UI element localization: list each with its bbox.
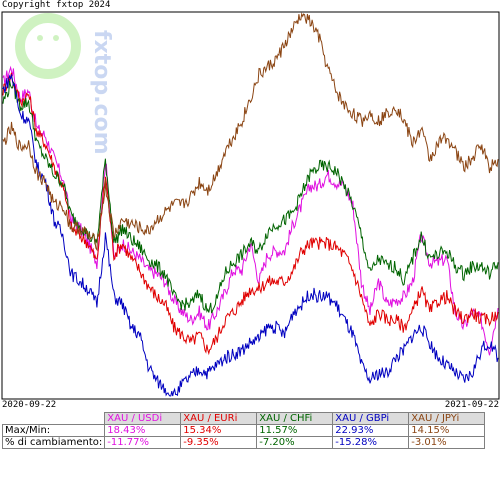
stats-change-gbp: -15.28% bbox=[332, 436, 410, 449]
stats-change-eur: -9.35% bbox=[180, 436, 258, 449]
stats-header-row: XAU / USDi XAU / EURi XAU / CHFi XAU / G… bbox=[3, 412, 486, 425]
stats-change-row: % di cambiamento: -11.77% -9.35% -7.20% … bbox=[1, 436, 486, 449]
series-line-xauchf bbox=[2, 80, 499, 314]
series-lines bbox=[2, 12, 499, 397]
series-line-xauusd bbox=[2, 65, 499, 356]
x-axis-end-label: 2021-09-22 bbox=[444, 400, 499, 410]
stats-header-usd[interactable]: XAU / USDi bbox=[104, 412, 182, 425]
stats-header-eur[interactable]: XAU / EURi bbox=[180, 412, 258, 425]
stats-change-chf: -7.20% bbox=[256, 436, 334, 449]
stats-header-gbp[interactable]: XAU / GBPi bbox=[332, 412, 410, 425]
stats-change-jpy: -3.01% bbox=[408, 436, 486, 449]
series-line-xaueur bbox=[2, 72, 499, 356]
watermark-text: fxtop.com bbox=[89, 30, 114, 155]
stats-maxmin-jpy: 14.15% bbox=[408, 424, 486, 437]
stats-maxmin-row: Max/Min: 18.43% 15.34% 11.57% 22.93% 14.… bbox=[1, 424, 486, 437]
stats-maxmin-label: Max/Min: bbox=[1, 424, 106, 437]
line-chart: fxtop.com bbox=[1, 11, 500, 400]
stats-header-jpy[interactable]: XAU / JPYi bbox=[408, 412, 486, 425]
x-axis-start-label: 2020-09-22 bbox=[2, 400, 57, 410]
stats-corner bbox=[3, 413, 105, 425]
stats-header-chf[interactable]: XAU / CHFi bbox=[256, 412, 334, 425]
stats-maxmin-chf: 11.57% bbox=[256, 424, 334, 437]
series-line-xaugbp bbox=[2, 74, 499, 397]
stats-maxmin-eur: 15.34% bbox=[180, 424, 258, 437]
watermark: fxtop.com bbox=[15, 13, 114, 155]
stats-table: XAU / USDi XAU / EURi XAU / CHFi XAU / G… bbox=[1, 412, 486, 449]
stats-maxmin-gbp: 22.93% bbox=[332, 424, 410, 437]
stats-maxmin-usd: 18.43% bbox=[104, 424, 182, 437]
stats-change-usd: -11.77% bbox=[104, 436, 182, 449]
watermark-smiley-icon bbox=[15, 13, 81, 79]
stats-change-label: % di cambiamento: bbox=[1, 436, 106, 449]
